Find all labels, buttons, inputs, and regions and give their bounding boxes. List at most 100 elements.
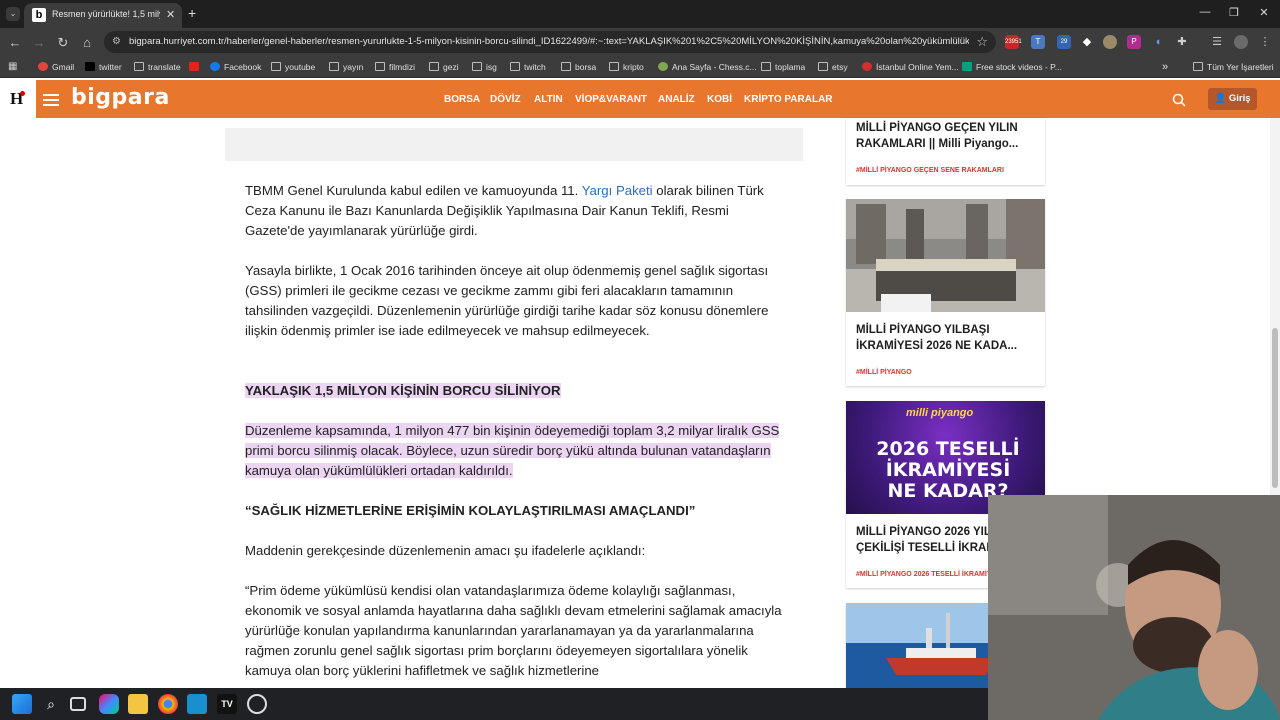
hurriyet-logo-icon[interactable]: H bbox=[8, 88, 28, 110]
nav-kobi[interactable]: KOBİ bbox=[707, 94, 732, 105]
maximize-icon[interactable]: ❐ bbox=[1224, 6, 1244, 19]
nav-analiz[interactable]: ANALİZ bbox=[658, 94, 695, 105]
bookmark-gezi[interactable]: gezi bbox=[429, 60, 459, 74]
back-icon[interactable]: ← bbox=[6, 35, 24, 50]
bookmark-etsy[interactable]: etsy bbox=[818, 60, 848, 74]
hamburger-menu-icon[interactable] bbox=[43, 94, 59, 106]
tradingview-icon[interactable]: TV bbox=[217, 694, 237, 714]
bookmark-facebook[interactable]: Facebook bbox=[210, 60, 261, 74]
bookmark-star-icon[interactable]: ☆ bbox=[976, 34, 988, 50]
bookmark-istanbul[interactable]: İstanbul Online Yem... bbox=[862, 60, 959, 74]
bookmark-translate[interactable]: translate bbox=[134, 60, 181, 74]
diamond-extension-icon[interactable]: ◆ bbox=[1080, 35, 1094, 49]
search-icon[interactable] bbox=[1172, 93, 1186, 107]
paragraph-4: Maddenin gerekçesinde düzenlemenin amacı… bbox=[245, 543, 646, 558]
paragraph-3-highlighted: Düzenleme kapsamında, 1 milyon 477 bin k… bbox=[245, 423, 780, 478]
copilot-icon[interactable] bbox=[99, 694, 119, 714]
site-info-icon[interactable]: ⚙ bbox=[112, 36, 124, 48]
bookmark-twitter[interactable]: twitter bbox=[85, 60, 122, 74]
chess-icon bbox=[658, 62, 668, 71]
pexels-icon bbox=[962, 62, 972, 71]
folder-icon bbox=[329, 62, 339, 71]
street-crowd-image bbox=[846, 199, 1045, 312]
sidebar-card-2[interactable]: MİLLİ PİYANGO YILBAŞI İKRAMİYESİ 2026 NE… bbox=[846, 199, 1045, 386]
extensions-puzzle-icon[interactable]: ✚ bbox=[1175, 35, 1189, 49]
bookmark-yayin[interactable]: yayın bbox=[329, 60, 363, 74]
bookmarks-more-icon[interactable]: » bbox=[1162, 60, 1168, 74]
x-icon bbox=[85, 62, 95, 71]
bookmark-kripto[interactable]: kripto bbox=[609, 60, 644, 74]
task-view-icon[interactable] bbox=[70, 697, 86, 711]
folder-icon bbox=[375, 62, 385, 71]
photos-app-icon[interactable] bbox=[187, 694, 207, 714]
nav-altin[interactable]: ALTIN bbox=[534, 94, 563, 105]
file-explorer-icon[interactable] bbox=[128, 694, 148, 714]
translate-extension-icon[interactable]: T bbox=[1031, 35, 1045, 49]
chrome-icon[interactable] bbox=[158, 694, 178, 714]
bookmark-twitch[interactable]: twitch bbox=[510, 60, 546, 74]
bookmark-gmail[interactable]: Gmail bbox=[38, 60, 74, 74]
scrollbar-thumb[interactable] bbox=[1272, 328, 1278, 488]
gmail-icon bbox=[38, 62, 48, 71]
browser-tab-strip: ⌄ b Resmen yürürlükte! 1,5 milyon kişi ✕… bbox=[0, 0, 1280, 28]
nav-viop[interactable]: VİOP&VARANT bbox=[575, 94, 647, 105]
istanbul-icon bbox=[862, 62, 872, 71]
windows-start-icon[interactable] bbox=[12, 694, 32, 714]
page-scrollbar[interactable] bbox=[1270, 118, 1280, 495]
paragraph-5-quote: “Prim ödeme yükümlüsü kendisi olan vatan… bbox=[245, 583, 782, 678]
folder-icon bbox=[561, 62, 571, 71]
windows-taskbar: ⌕ TV bbox=[0, 688, 988, 720]
bookmark-youtube[interactable]: youtube bbox=[271, 60, 315, 74]
cookie-extension-icon[interactable] bbox=[1103, 35, 1117, 49]
minimize-icon[interactable]: — bbox=[1195, 6, 1215, 18]
bookmark-stock-videos[interactable]: Free stock videos - P... bbox=[962, 60, 1062, 74]
presenter-webcam-video bbox=[988, 495, 1280, 720]
reading-list-icon[interactable]: ☰ bbox=[1210, 35, 1224, 49]
browser-tab-active[interactable]: b Resmen yürürlükte! 1,5 milyon kişi ✕ bbox=[24, 3, 182, 28]
menu-dots-icon[interactable]: ⋮ bbox=[1258, 35, 1272, 49]
all-bookmarks[interactable]: Tüm Yer İşaretleri bbox=[1193, 60, 1274, 74]
card-tag[interactable]: #MİLLİ PİYANGO bbox=[856, 369, 912, 376]
close-window-icon[interactable]: ✕ bbox=[1254, 6, 1274, 19]
profile-avatar-icon[interactable] bbox=[1234, 35, 1248, 49]
reload-icon[interactable]: ↻ bbox=[54, 35, 72, 51]
bookmark-isg[interactable]: isg bbox=[472, 60, 497, 74]
card-title: MİLLİ PİYANGO YILBAŞI İKRAMİYESİ 2026 NE… bbox=[856, 324, 1018, 352]
tab-search-button[interactable]: ⌄ bbox=[6, 7, 20, 21]
subheading-borcu-siliniyor: YAKLAŞIK 1,5 MİLYON KİŞİNİN BORCU SİLİNİ… bbox=[245, 383, 561, 398]
login-button[interactable]: 👤 Giriş bbox=[1208, 88, 1257, 110]
bookmark-filmdizi[interactable]: filmdizi bbox=[375, 60, 415, 74]
bookmark-chess[interactable]: Ana Sayfa - Chess.c... bbox=[658, 60, 757, 74]
folder-icon bbox=[271, 62, 281, 71]
card-tag[interactable]: #MİLLİ PİYANGO GEÇEN SENE RAKAMLARI bbox=[856, 167, 1004, 174]
webcam-overlay bbox=[988, 495, 1280, 720]
sidebar-card-1[interactable]: MİLLİ PİYANGO GEÇEN YILIN RAKAMLARI || M… bbox=[846, 118, 1045, 185]
extension-badge-icon[interactable]: 23951 bbox=[1005, 35, 1022, 49]
nav-doviz[interactable]: DÖVİZ bbox=[490, 94, 521, 105]
bookmark-toplama[interactable]: toplama bbox=[761, 60, 805, 74]
nav-kripto[interactable]: KRİPTO PARALAR bbox=[744, 94, 833, 105]
url-text: bigpara.hurriyet.com.tr/haberler/genel-h… bbox=[129, 36, 969, 47]
address-bar[interactable]: ⚙ bigpara.hurriyet.com.tr/haberler/genel… bbox=[104, 31, 996, 53]
yargi-paketi-link[interactable]: Yargı Paketi bbox=[582, 183, 653, 198]
image-headline: 2026 TESELLİ İKRAMİYESİ NE KADAR? bbox=[876, 438, 1020, 502]
card-tag[interactable]: #MİLLİ PİYANGO 2026 TESELLİ İKRAMİYESİ bbox=[856, 571, 1003, 578]
ad-placeholder bbox=[225, 128, 803, 161]
extension-count-icon[interactable]: 29 bbox=[1057, 35, 1071, 49]
site-logo[interactable]: bigpara bbox=[71, 85, 170, 110]
home-icon[interactable]: ⌂ bbox=[78, 35, 96, 50]
audio-extension-icon[interactable]: ◖ bbox=[1151, 35, 1165, 49]
nav-borsa[interactable]: BORSA bbox=[444, 94, 480, 105]
bookmark-youtube-red[interactable] bbox=[189, 60, 203, 74]
obs-icon[interactable] bbox=[247, 694, 267, 714]
forward-icon[interactable]: → bbox=[30, 35, 48, 50]
bookmark-borsa[interactable]: borsa bbox=[561, 60, 596, 74]
pink-extension-icon[interactable]: P bbox=[1127, 35, 1141, 49]
facebook-icon bbox=[210, 62, 220, 71]
folder-icon bbox=[818, 62, 828, 71]
apps-grid-icon[interactable]: ▦ bbox=[8, 61, 17, 72]
browser-toolbar: ← → ↻ ⌂ ⚙ bigpara.hurriyet.com.tr/haberl… bbox=[0, 28, 1280, 56]
taskbar-search-icon[interactable]: ⌕ bbox=[41, 694, 61, 714]
close-tab-icon[interactable]: ✕ bbox=[166, 8, 175, 21]
new-tab-button[interactable]: + bbox=[188, 5, 196, 21]
